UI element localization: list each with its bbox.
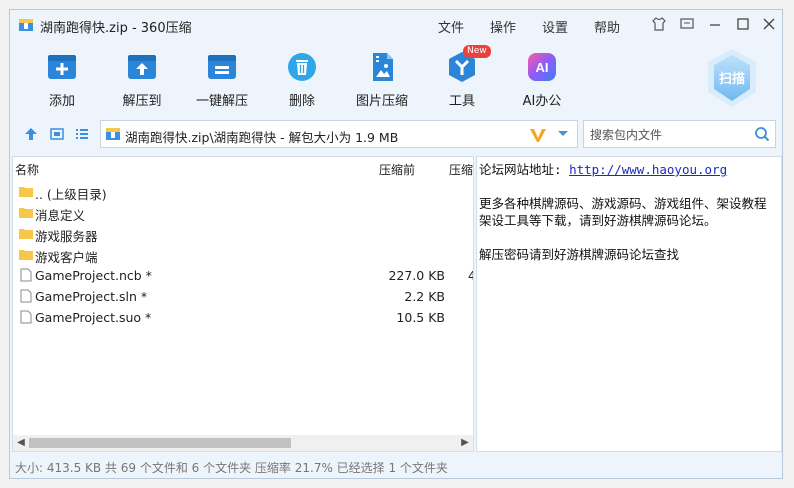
file-name: 消息定义: [35, 208, 86, 223]
image-compress-icon: [373, 53, 393, 81]
list-item-file[interactable]: GameProject.ncb * 227.0 KB 4: [13, 265, 473, 286]
menu-file[interactable]: 文件: [438, 17, 464, 36]
file-name: .. (上级目录): [35, 187, 107, 202]
folder-icon: [19, 229, 33, 239]
scan-label: 扫描: [719, 71, 745, 87]
maximize-icon[interactable]: [734, 16, 752, 34]
horizontal-scrollbar[interactable]: ◀ ▶: [13, 435, 473, 451]
list-item-folder[interactable]: 消息定义: [13, 202, 473, 223]
file-icon: [20, 289, 32, 303]
file-name: GameProject.ncb *: [35, 268, 152, 283]
folder-icon: [19, 250, 33, 260]
comment-line-4: 解压密码请到好游棋牌源码论坛查找: [479, 247, 680, 262]
file-name: GameProject.sln *: [35, 289, 148, 304]
one-click-extract-button[interactable]: 一键解压: [187, 50, 257, 109]
tools-button[interactable]: New 工具: [427, 45, 497, 109]
delete-label: 删除: [288, 94, 315, 109]
up-arrow-icon[interactable]: [23, 126, 39, 142]
file-size: 2.2 KB: [404, 289, 445, 304]
add-label: 添加: [48, 94, 75, 109]
file-icon: [20, 310, 32, 324]
menu-operation[interactable]: 操作: [490, 17, 516, 36]
menu-help[interactable]: 帮助: [594, 17, 620, 36]
file-icon: [20, 268, 32, 282]
scrollbar-thumb[interactable]: [29, 438, 291, 448]
address-bar[interactable]: 湖南跑得快.zip\湖南跑得快 - 解包大小为 1.9 MB: [100, 120, 578, 148]
archive-comment-pane: 论坛网站地址: http://www.haoyou.org 更多各种棋牌源码、游…: [476, 156, 782, 452]
chevron-down-icon[interactable]: [557, 130, 569, 138]
ai-office-button[interactable]: AI AI办公: [507, 50, 577, 109]
scan-shield-icon: 扫描: [708, 49, 756, 107]
ai-icon: AI: [528, 53, 556, 81]
file-name: 游戏客户端: [35, 250, 98, 265]
forum-label: 论坛网站地址:: [479, 162, 562, 177]
app-window: 湖南跑得快.zip - 360压缩 文件 操作 设置 帮助 添加 解压到 一键解…: [9, 9, 783, 479]
ai-office-label: AI办公: [522, 94, 562, 109]
archive-icon: [106, 128, 120, 140]
file-name: GameProject.suo *: [35, 310, 152, 325]
add-button[interactable]: 添加: [27, 50, 97, 109]
address-path: 湖南跑得快.zip\湖南跑得快 - 解包大小为 1.9 MB: [125, 130, 399, 145]
file-ratio: 4: [468, 268, 473, 283]
status-bar: 大小: 413.5 KB 共 69 个文件和 6 个文件夹 压缩率 21.7% …: [15, 461, 448, 475]
list-item-folder[interactable]: 游戏客户端: [13, 244, 473, 265]
minimize-icon[interactable]: [706, 16, 724, 34]
close-icon[interactable]: [760, 16, 778, 34]
ai-icon-text: AI: [536, 60, 549, 75]
file-size: 227.0 KB: [388, 268, 445, 283]
image-compress-button[interactable]: 图片压缩: [347, 50, 417, 109]
file-name: 游戏服务器: [35, 229, 98, 244]
search-icon[interactable]: [754, 126, 770, 142]
extract-to-icon: [128, 55, 156, 79]
window-title: 湖南跑得快.zip - 360压缩: [40, 21, 192, 36]
scroll-right-icon[interactable]: ▶: [458, 435, 472, 451]
list-item-folder[interactable]: 游戏服务器: [13, 223, 473, 244]
image-compress-label: 图片压缩: [355, 94, 408, 109]
delete-button[interactable]: 删除: [267, 50, 337, 109]
column-header-name[interactable]: 名称: [15, 161, 39, 178]
file-size: 10.5 KB: [396, 310, 445, 325]
extract-to-label: 解压到: [122, 94, 162, 109]
forum-link[interactable]: http://www.haoyou.org: [569, 162, 727, 177]
one-click-extract-icon: [208, 55, 236, 79]
file-list-pane: 名称 压缩前 压缩 .. (上级目录) 消息定义 游戏服务器 游戏客户端 Gam…: [12, 156, 474, 452]
scan-button[interactable]: 扫描: [705, 47, 759, 109]
title-bar: 湖南跑得快.zip - 360压缩 文件 操作 设置 帮助: [10, 10, 782, 40]
trash-icon: [288, 53, 316, 81]
menu-settings[interactable]: 设置: [542, 17, 568, 36]
folder-icon: [19, 187, 33, 197]
folder-icon: [19, 208, 33, 218]
search-input[interactable]: [584, 121, 752, 149]
list-view-icon[interactable]: [74, 126, 90, 142]
skin-icon[interactable]: [650, 16, 668, 34]
column-header-size[interactable]: 压缩前: [379, 161, 415, 178]
feedback-icon[interactable]: [678, 16, 696, 34]
list-item-file[interactable]: GameProject.sln * 2.2 KB: [13, 286, 473, 307]
favorite-v-icon[interactable]: [529, 127, 547, 143]
forum-line: 论坛网站地址: http://www.haoyou.org: [479, 159, 727, 178]
tools-label: 工具: [448, 94, 475, 109]
extract-to-button[interactable]: 解压到: [107, 50, 177, 109]
add-icon: [48, 55, 76, 79]
search-box: [583, 120, 776, 149]
comment-line-3: 架设工具等下载，请到好游棋牌源码论坛。: [479, 213, 717, 228]
list-item-file[interactable]: GameProject.suo * 10.5 KB: [13, 307, 473, 328]
list-item-parent-dir[interactable]: .. (上级目录): [13, 181, 473, 202]
thumbnail-view-icon[interactable]: [49, 126, 65, 142]
app-logo-icon: [19, 19, 33, 31]
column-header-ratio[interactable]: 压缩: [449, 161, 473, 178]
new-badge: New: [463, 45, 491, 58]
scroll-left-icon[interactable]: ◀: [14, 435, 28, 451]
one-click-extract-label: 一键解压: [195, 94, 248, 109]
